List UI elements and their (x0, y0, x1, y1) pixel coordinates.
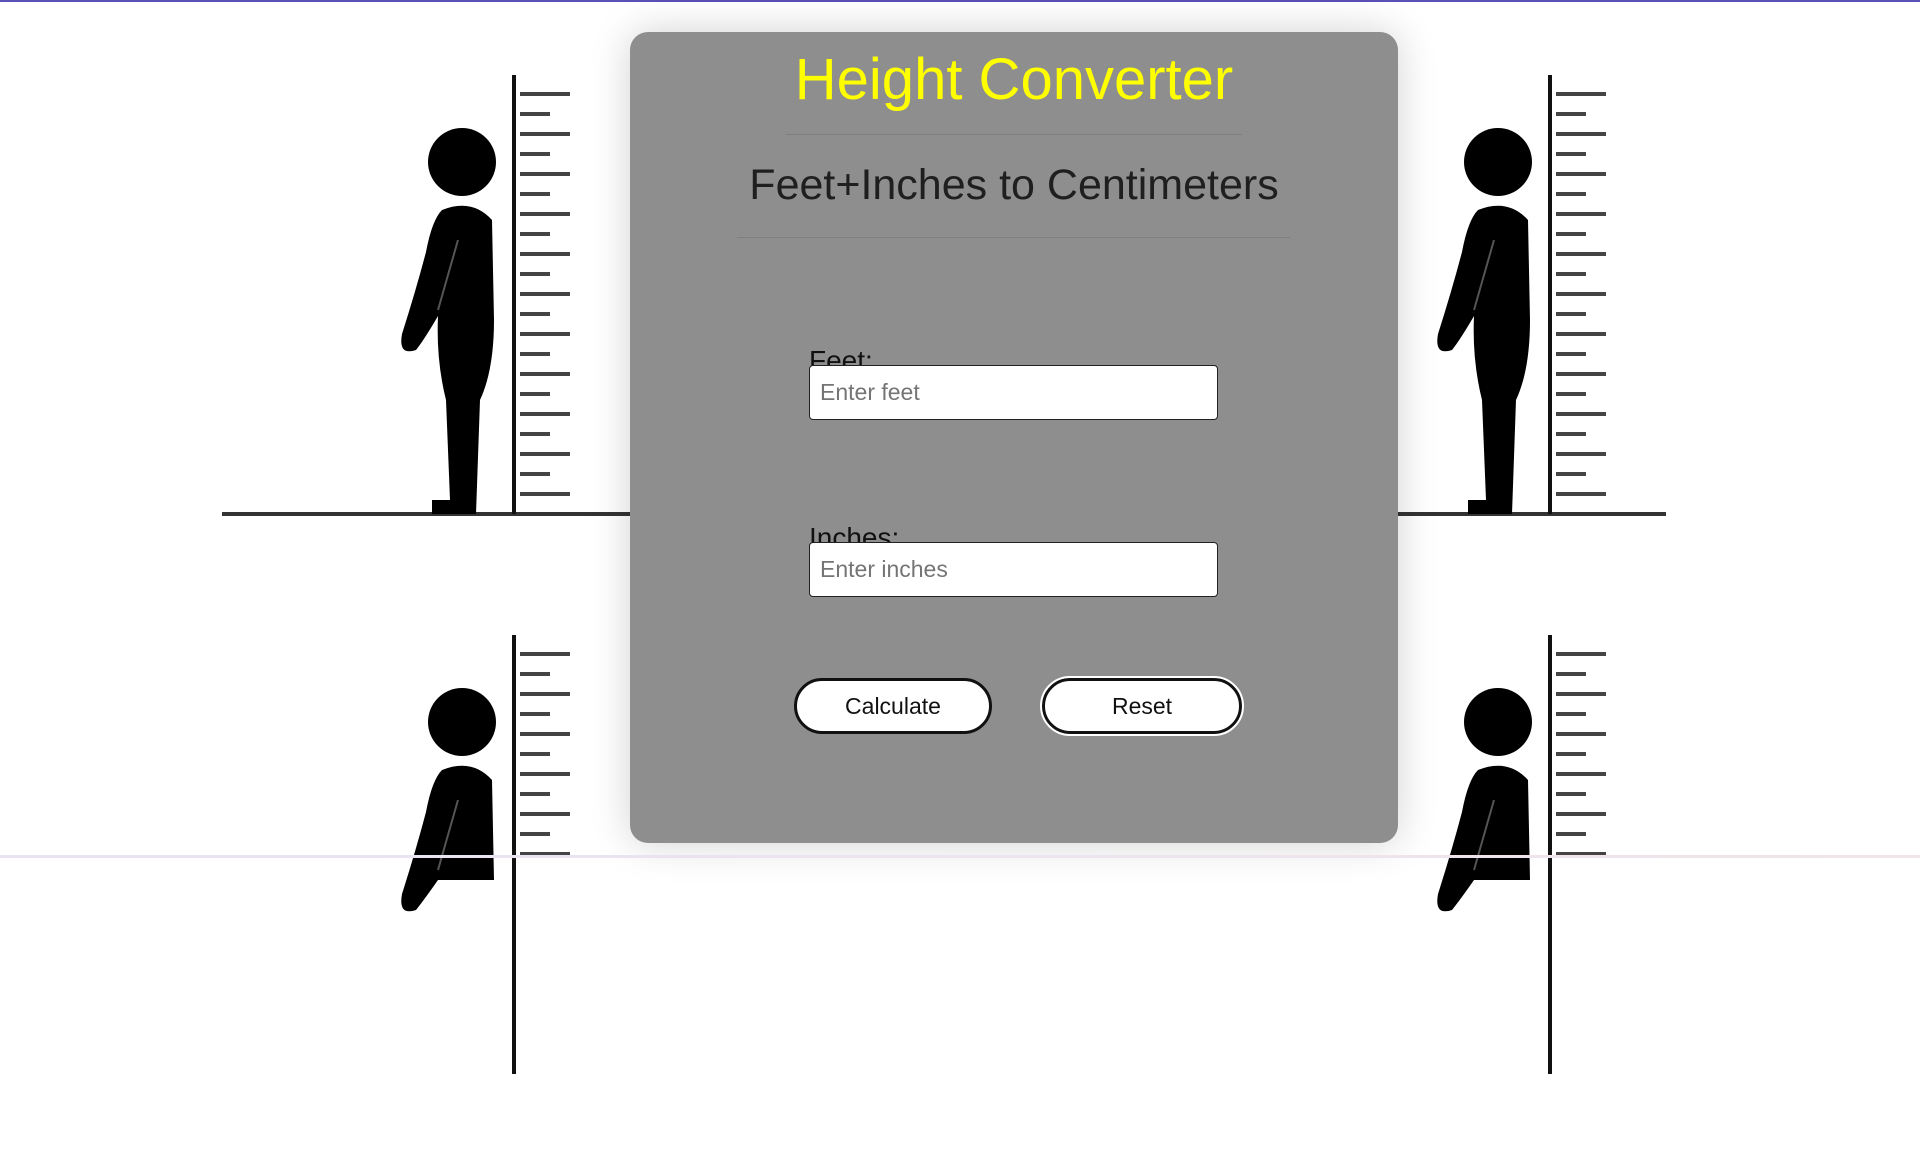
converter-card: Height Converter Feet+Inches to Centimet… (630, 32, 1398, 843)
inches-input[interactable] (809, 542, 1218, 597)
page-title: Height Converter (794, 47, 1234, 112)
top-accent-strip (0, 0, 1920, 2)
person-height-chart-icon (401, 635, 570, 1074)
calculate-button[interactable]: Calculate (794, 678, 992, 734)
title-divider (786, 134, 1242, 135)
reset-button[interactable]: Reset (1040, 676, 1244, 736)
converter-subtitle: Feet+Inches to Centimeters (749, 161, 1279, 209)
feet-input[interactable] (809, 365, 1218, 420)
subtitle-divider (737, 237, 1290, 238)
person-height-chart-icon (222, 75, 630, 516)
